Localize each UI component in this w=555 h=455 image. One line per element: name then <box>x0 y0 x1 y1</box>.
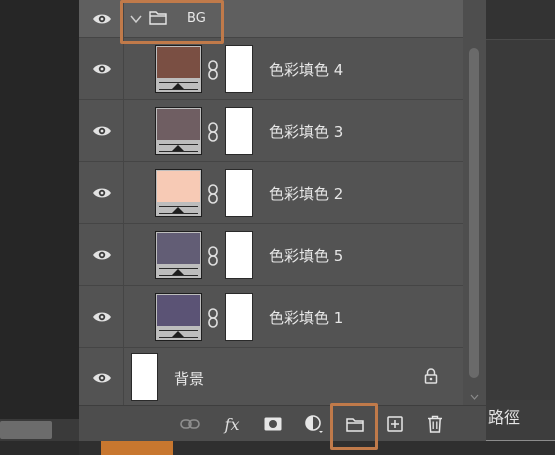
chevron-down-icon[interactable] <box>129 11 143 25</box>
photoshop-layers-view: 路徑 BG 色彩填色 4 色彩填色 3 色彩填色 2 色彩填色 5 色彩填色 1… <box>0 0 555 455</box>
visibility-column <box>79 162 124 223</box>
layer-name: 色彩填色 1 <box>269 309 344 327</box>
thumbnail-base-line <box>159 275 198 276</box>
eye-icon[interactable] <box>92 63 112 75</box>
visibility-column <box>79 286 124 347</box>
layer-mask-thumbnail[interactable] <box>225 107 253 155</box>
chain-link-icon[interactable] <box>206 122 220 142</box>
fill-thumbnail[interactable] <box>155 107 202 155</box>
thumbnail-base-line <box>159 151 198 152</box>
layers-scrollbar[interactable] <box>463 0 486 405</box>
right-panel-header <box>486 0 555 40</box>
layer-name: 色彩填色 4 <box>269 61 344 79</box>
layer-mask-thumbnail[interactable] <box>225 293 253 341</box>
tab-paths-label: 路徑 <box>488 408 521 427</box>
fx-icon[interactable]: fx <box>221 413 243 435</box>
active-tab-accent <box>101 441 173 455</box>
layer-mask-thumbnail[interactable] <box>225 169 253 217</box>
fill-thumbnail[interactable] <box>155 293 202 341</box>
new-group-icon[interactable] <box>344 413 366 435</box>
chain-link-icon[interactable] <box>206 308 220 328</box>
eye-icon[interactable] <box>92 311 112 323</box>
chain-link-icon[interactable] <box>206 184 220 204</box>
fill-swatch <box>157 171 200 202</box>
tab-paths[interactable]: 路徑 <box>486 400 555 442</box>
thumbnail-base-line <box>159 213 198 214</box>
visibility-column <box>79 0 124 37</box>
canvas-area <box>0 0 79 455</box>
fx-label: fx <box>224 414 240 434</box>
layer-mask-thumbnail[interactable] <box>225 45 253 93</box>
layer-row[interactable]: 色彩填色 2 <box>79 162 463 224</box>
chain-link-icon[interactable] <box>206 60 220 80</box>
layer-mask-thumbnail[interactable] <box>225 231 253 279</box>
delete-layer-icon[interactable] <box>424 413 446 435</box>
thumbnail-base-line <box>159 89 198 90</box>
eye-icon[interactable] <box>92 187 112 199</box>
eye-icon[interactable] <box>92 125 112 137</box>
right-panel-body <box>486 40 555 400</box>
group-name: BG <box>187 11 206 26</box>
fill-swatch <box>157 109 200 140</box>
right-panel-area <box>486 0 555 455</box>
visibility-column <box>79 100 124 161</box>
layer-group-row[interactable]: BG <box>79 0 463 38</box>
layer-name: 色彩填色 3 <box>269 123 344 141</box>
fill-thumbnail[interactable] <box>155 45 202 93</box>
background-layer-row[interactable]: 背景 <box>79 348 463 405</box>
fill-thumbnail[interactable] <box>155 231 202 279</box>
visibility-column <box>79 348 124 405</box>
lock-icon[interactable] <box>424 368 438 384</box>
fill-swatch <box>157 47 200 78</box>
scroll-down-arrow-icon[interactable] <box>470 385 479 400</box>
adjustment-layer-icon[interactable] <box>303 413 325 435</box>
visibility-column <box>79 38 124 99</box>
layers-list: BG 色彩填色 4 色彩填色 3 色彩填色 2 色彩填色 5 色彩填色 1 背景 <box>79 0 463 405</box>
layers-toolbar: fx <box>79 405 486 441</box>
eye-icon[interactable] <box>92 13 112 25</box>
canvas-bottom-bar <box>0 441 79 455</box>
eye-icon[interactable] <box>92 372 112 384</box>
layer-row[interactable]: 色彩填色 5 <box>79 224 463 286</box>
layer-row[interactable]: 色彩填色 3 <box>79 100 463 162</box>
layer-name: 色彩填色 5 <box>269 247 344 265</box>
background-thumbnail[interactable] <box>131 353 158 401</box>
layers-panel: BG 色彩填色 4 色彩填色 3 色彩填色 2 色彩填色 5 色彩填色 1 背景… <box>79 0 486 441</box>
thumbnail-base-line <box>159 337 198 338</box>
eye-icon[interactable] <box>92 249 112 261</box>
layer-name: 背景 <box>174 370 205 388</box>
layer-row[interactable]: 色彩填色 1 <box>79 286 463 348</box>
folder-icon <box>149 10 167 25</box>
fill-swatch <box>157 233 200 264</box>
link-layers-icon[interactable] <box>179 413 201 435</box>
visibility-column <box>79 224 124 285</box>
add-mask-icon[interactable] <box>262 413 284 435</box>
scrollbar-thumb[interactable] <box>469 48 479 378</box>
layer-row[interactable]: 色彩填色 4 <box>79 38 463 100</box>
chain-link-icon[interactable] <box>206 246 220 266</box>
new-layer-icon[interactable] <box>384 413 406 435</box>
fill-swatch <box>157 295 200 326</box>
fill-thumbnail[interactable] <box>155 169 202 217</box>
canvas-scrollbar-thumb[interactable] <box>0 421 52 439</box>
layer-name: 色彩填色 2 <box>269 185 344 203</box>
